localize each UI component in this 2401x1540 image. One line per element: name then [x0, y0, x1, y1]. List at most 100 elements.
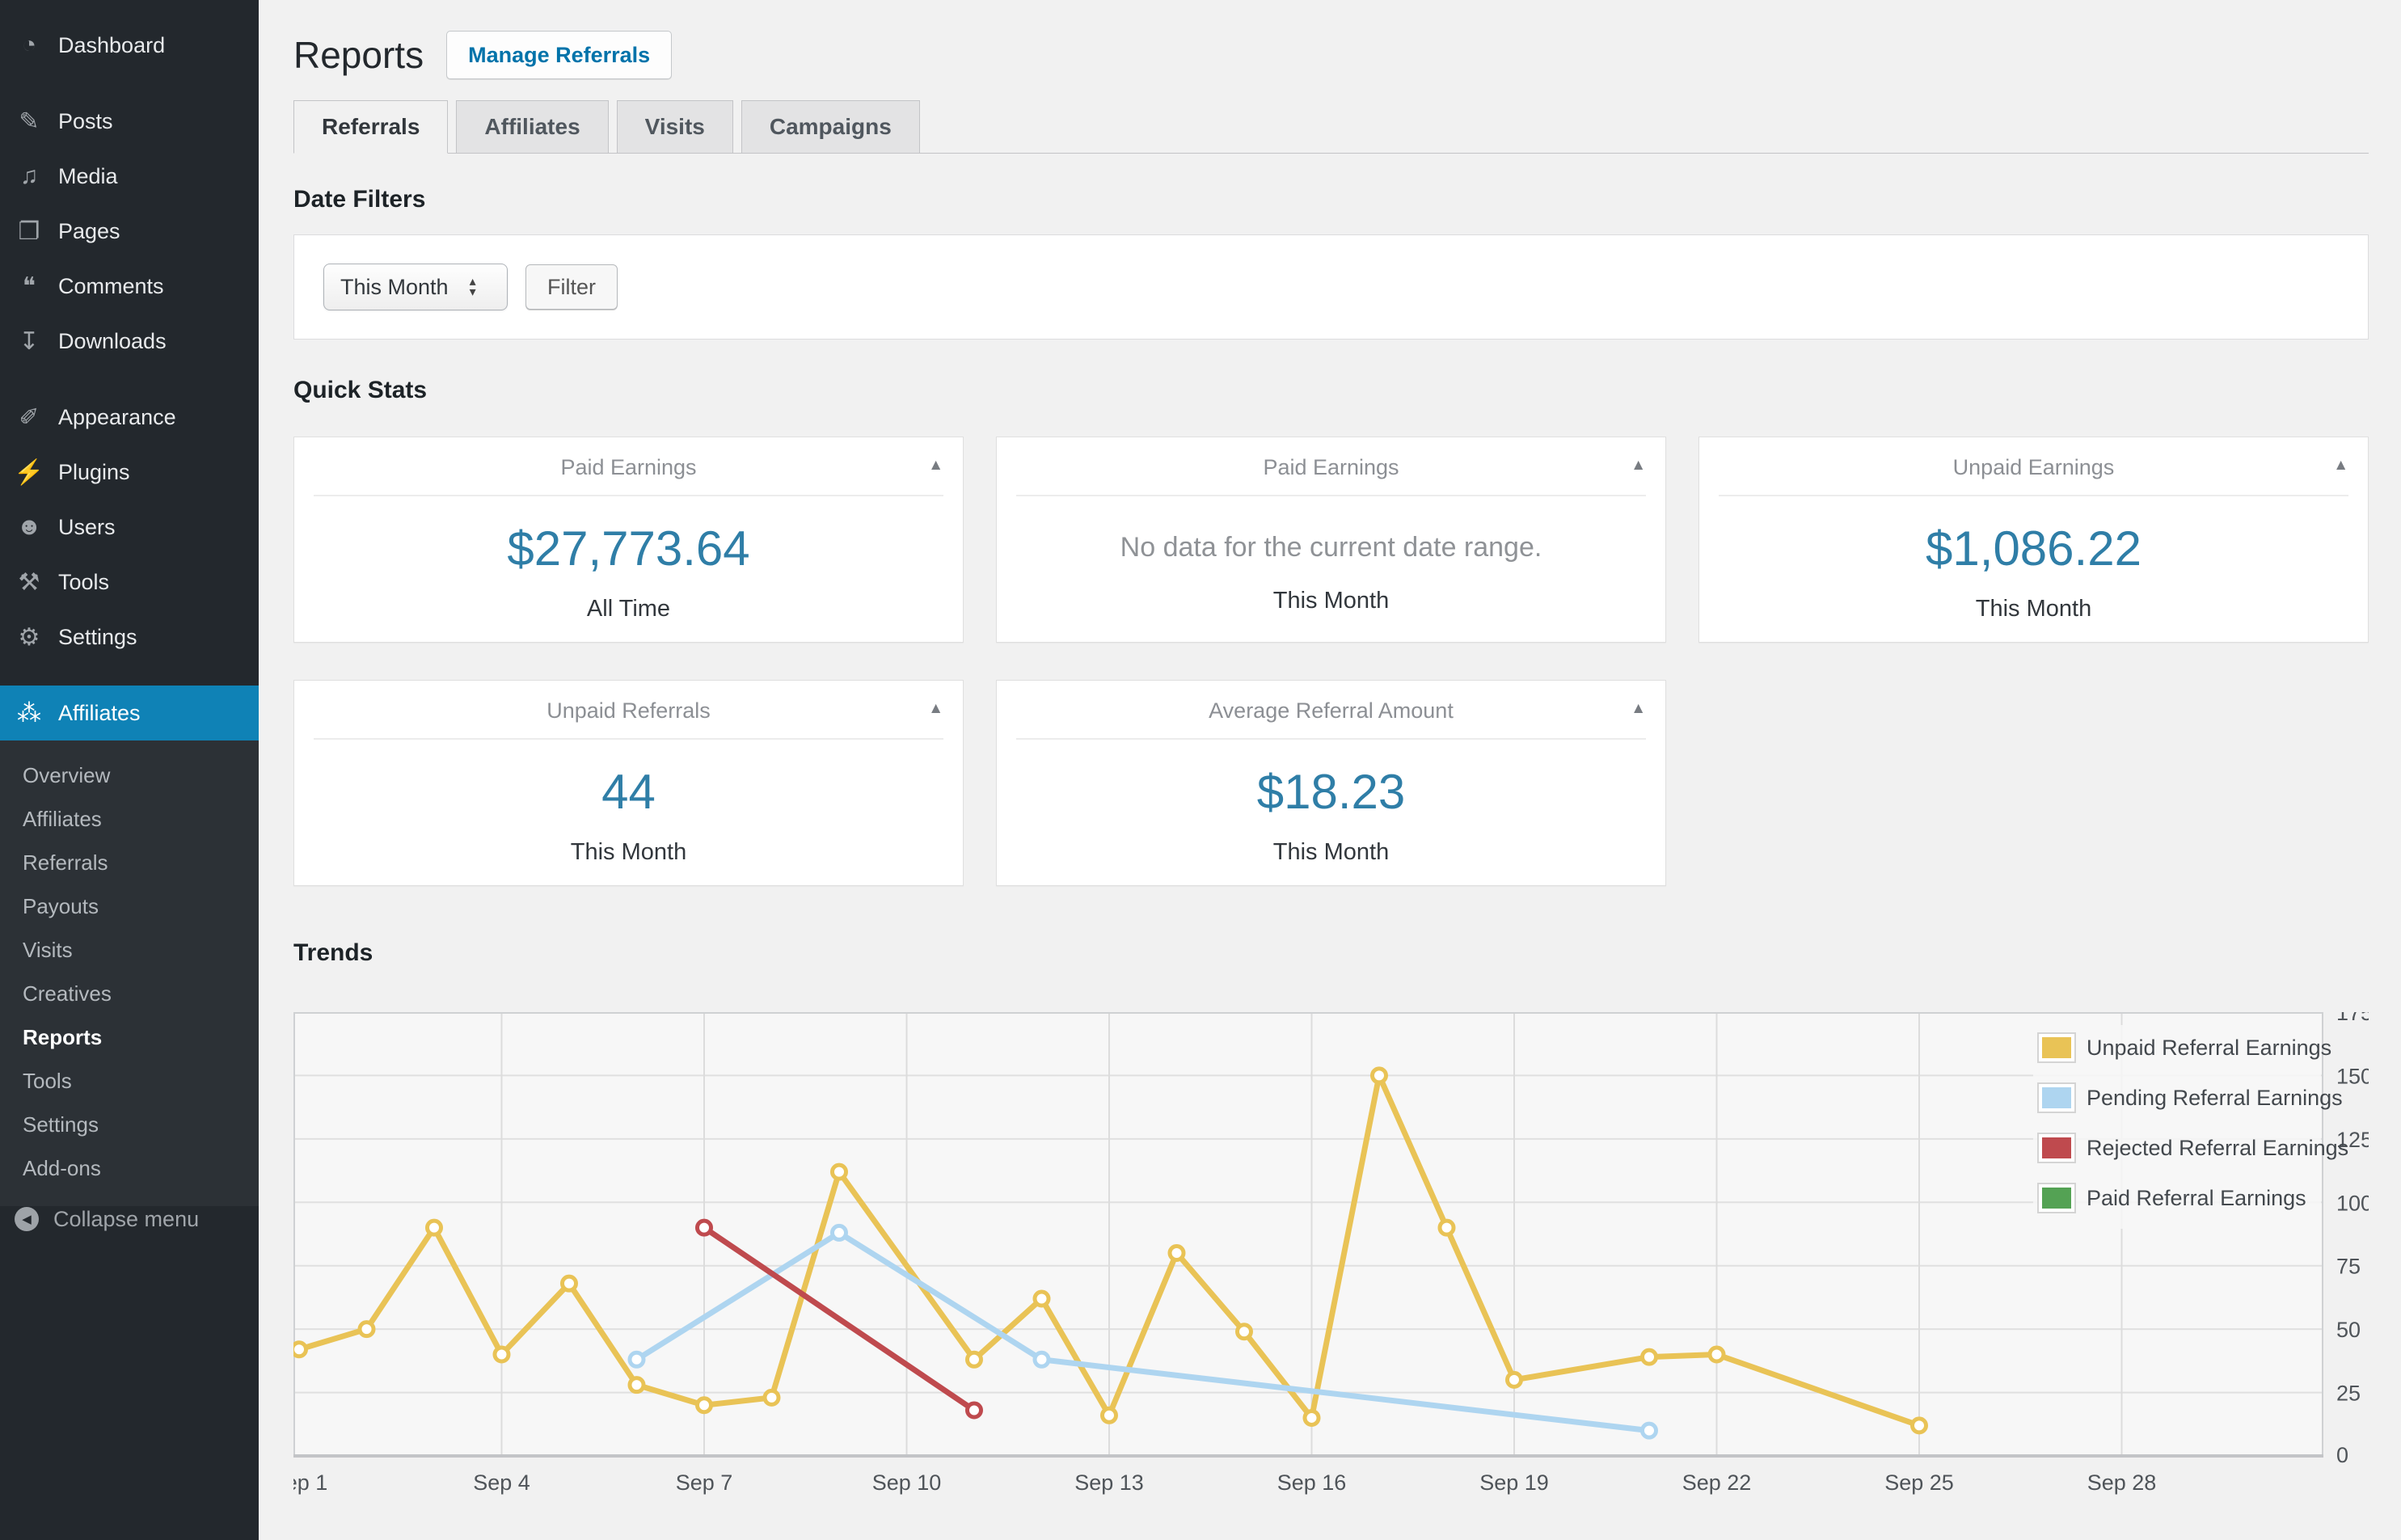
data-point	[695, 1396, 713, 1415]
y-tick-label: 50	[2336, 1318, 2361, 1342]
stat-card-caption: This Month	[1975, 596, 2092, 622]
sidebar-item-media[interactable]: ♫ Media	[0, 149, 259, 204]
collapse-caret-icon[interactable]: ▲	[1631, 457, 1646, 475]
data-point	[1910, 1416, 1928, 1435]
tab-referrals[interactable]: Referrals	[293, 100, 449, 154]
y-tick-label: 25	[2336, 1382, 2361, 1406]
stat-card-caption: This Month	[570, 839, 687, 865]
stat-card: Average Referral Amount ▲ $18.23 This Month	[996, 680, 1666, 886]
stat-card-title: Paid Earnings	[1263, 455, 1399, 479]
admin-sidebar: ◔ Dashboard ✎ Posts ♫ Media ❐ Pages ❝ Comments ↧ Do…	[0, 0, 259, 1540]
legend-swatch	[2042, 1137, 2071, 1158]
collapse-menu-button[interactable]: ◀ Collapse menu	[0, 1195, 259, 1243]
pages-icon: ❐	[18, 217, 40, 245]
sidebar-item-label: Comments	[58, 273, 164, 298]
legend-swatch	[2042, 1037, 2071, 1058]
submenu-item-payouts[interactable]: Payouts	[0, 884, 259, 928]
filter-button[interactable]: Filter	[525, 264, 618, 310]
submenu-item-tools[interactable]: Tools	[0, 1059, 259, 1103]
data-point	[627, 1376, 646, 1394]
affiliates-submenu: Overview Affiliates Referrals Payouts Visits…	[0, 740, 259, 1206]
data-point	[762, 1388, 781, 1407]
sidebar-item-appearance[interactable]: ✐ Appearance	[0, 390, 259, 445]
sidebar-item-label: Dashboard	[58, 32, 166, 57]
legend-swatch	[2042, 1087, 2071, 1108]
legend-label: Pending Referral Earnings	[2087, 1086, 2343, 1110]
collapse-caret-icon[interactable]: ▲	[2333, 457, 2348, 475]
date-filters-heading: Date Filters	[293, 186, 426, 213]
data-point	[1437, 1218, 1456, 1237]
card-divider	[1016, 495, 1646, 496]
sidebar-item-pages[interactable]: ❐ Pages	[0, 204, 259, 259]
submenu-item-visits[interactable]: Visits	[0, 928, 259, 972]
submenu-item-referrals[interactable]: Referrals	[0, 841, 259, 884]
select-arrows-icon: ▴ ▾	[469, 275, 476, 299]
chart-legend: Unpaid Referral Earnings Pending Referral…	[2033, 1025, 2348, 1229]
data-point	[830, 1162, 848, 1181]
trends-chart: 0255075100125150175Sep 1Sep 4Sep 7Sep 10…	[271, 1001, 2373, 1497]
collapse-caret-icon[interactable]: ▲	[928, 457, 943, 475]
data-point	[1370, 1066, 1388, 1085]
sidebar-item-label: Downloads	[58, 328, 167, 353]
collapse-caret-icon[interactable]: ▲	[1631, 700, 1646, 718]
settings-icon: ⚙	[18, 623, 40, 651]
stat-card-title: Average Referral Amount	[1209, 698, 1454, 723]
manage-referrals-button[interactable]: Manage Referrals	[446, 31, 673, 79]
data-point	[1640, 1421, 1658, 1440]
y-tick-label: 0	[2336, 1443, 2348, 1467]
tools-icon: ⚒	[18, 568, 40, 596]
sidebar-item-dashboard[interactable]: ◔ Dashboard	[0, 18, 259, 73]
stat-card-value: $27,773.64	[507, 521, 750, 576]
stat-card-value: $18.23	[1256, 765, 1406, 819]
data-point	[290, 1340, 308, 1359]
collapse-caret-icon[interactable]: ▲	[928, 700, 943, 718]
y-tick-label: 75	[2336, 1255, 2361, 1279]
card-divider	[1719, 495, 2348, 496]
sidebar-item-label: Appearance	[58, 404, 176, 429]
submenu-item-creatives[interactable]: Creatives	[0, 972, 259, 1015]
data-point	[965, 1401, 983, 1420]
sidebar-item-label: Posts	[58, 108, 113, 133]
submenu-item-affiliates[interactable]: Affiliates	[0, 797, 259, 841]
data-point	[1167, 1244, 1186, 1263]
submenu-item-settings[interactable]: Settings	[0, 1103, 259, 1146]
sidebar-item-posts[interactable]: ✎ Posts	[0, 94, 259, 149]
date-range-value: This Month	[340, 274, 449, 299]
tab-visits[interactable]: Visits	[616, 100, 733, 153]
y-tick-label: 175	[2336, 1012, 2369, 1025]
legend-label: Paid Referral Earnings	[2087, 1186, 2306, 1210]
sidebar-item-label: Users	[58, 514, 116, 539]
submenu-item-reports[interactable]: Reports	[0, 1015, 259, 1059]
data-point	[1640, 1348, 1658, 1366]
data-point	[357, 1320, 376, 1339]
trends-heading: Trends	[293, 939, 373, 966]
quick-stats-cards: Paid Earnings ▲ $27,773.64 All Time Paid Ear…	[293, 437, 2369, 886]
sidebar-item-affiliates[interactable]: ⁂ Affiliates	[0, 686, 259, 740]
tab-campaigns[interactable]: Campaigns	[741, 100, 920, 153]
collapse-arrow-icon: ◀	[15, 1207, 39, 1231]
sidebar-item-users[interactable]: ☻ Users	[0, 500, 259, 555]
sidebar-item-label: Affiliates	[58, 700, 141, 725]
submenu-item-overview[interactable]: Overview	[0, 753, 259, 797]
stat-card-title: Paid Earnings	[560, 455, 697, 479]
sidebar-item-settings[interactable]: ⚙ Settings	[0, 610, 259, 665]
stat-card-caption: This Month	[1272, 588, 1390, 614]
stat-card: Paid Earnings ▲ $27,773.64 All Time	[293, 437, 964, 643]
sidebar-item-plugins[interactable]: ⚡ Plugins	[0, 445, 259, 500]
sidebar-item-comments[interactable]: ❝ Comments	[0, 259, 259, 314]
sidebar-item-tools[interactable]: ⚒ Tools	[0, 555, 259, 610]
x-tick-label: Sep 13	[1074, 1470, 1144, 1495]
stat-card: Paid Earnings ▲ No data for the current da…	[996, 437, 1666, 643]
y-tick-label: 150	[2336, 1064, 2369, 1088]
sidebar-item-downloads[interactable]: ↧ Downloads	[0, 314, 259, 369]
submenu-item-add-ons[interactable]: Add-ons	[0, 1146, 259, 1190]
date-range-select[interactable]: This Month ▴ ▾	[323, 264, 508, 310]
tab-affiliates[interactable]: Affiliates	[456, 100, 609, 153]
stat-card-title: Unpaid Referrals	[546, 698, 711, 723]
data-point	[1100, 1406, 1118, 1424]
stat-card: Unpaid Referrals ▲ 44 This Month	[293, 680, 964, 886]
sidebar-item-label: Settings	[58, 624, 137, 649]
sidebar-item-label: Plugins	[58, 459, 130, 484]
data-point	[695, 1218, 713, 1237]
legend-label: Rejected Referral Earnings	[2087, 1136, 2348, 1160]
